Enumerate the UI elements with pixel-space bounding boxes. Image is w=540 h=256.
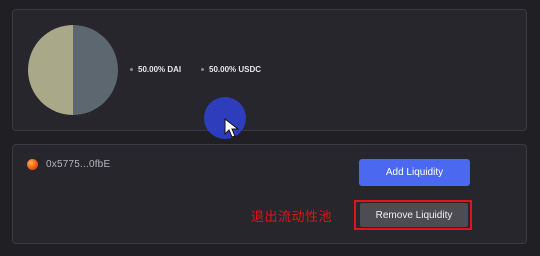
token-icon [27,159,38,170]
mouse-pointer-icon [224,118,240,138]
legend-dot-icon [201,68,204,71]
legend-label: 50.00% DAI [138,65,182,74]
page: 50.00% DAI 50.00% USDC 0x5775...0fbE Add… [0,0,540,256]
pie-slice-dai [28,25,73,115]
annotation-label: 退出流动性池 [251,210,333,225]
legend-label: 50.00% USDC [209,65,262,74]
pool-composition-panel: 50.00% DAI 50.00% USDC [12,9,527,131]
position-address: 0x5775...0fbE [46,159,111,170]
remove-liquidity-button[interactable]: Remove Liquidity [360,203,468,227]
add-liquidity-button[interactable]: Add Liquidity [359,159,470,186]
pie-slice-usdc [73,25,118,115]
pool-pie-chart [28,25,118,115]
legend-item-usdc: 50.00% USDC [201,65,261,74]
legend-dot-icon [130,68,133,71]
legend-item-dai: 50.00% DAI [130,65,181,74]
